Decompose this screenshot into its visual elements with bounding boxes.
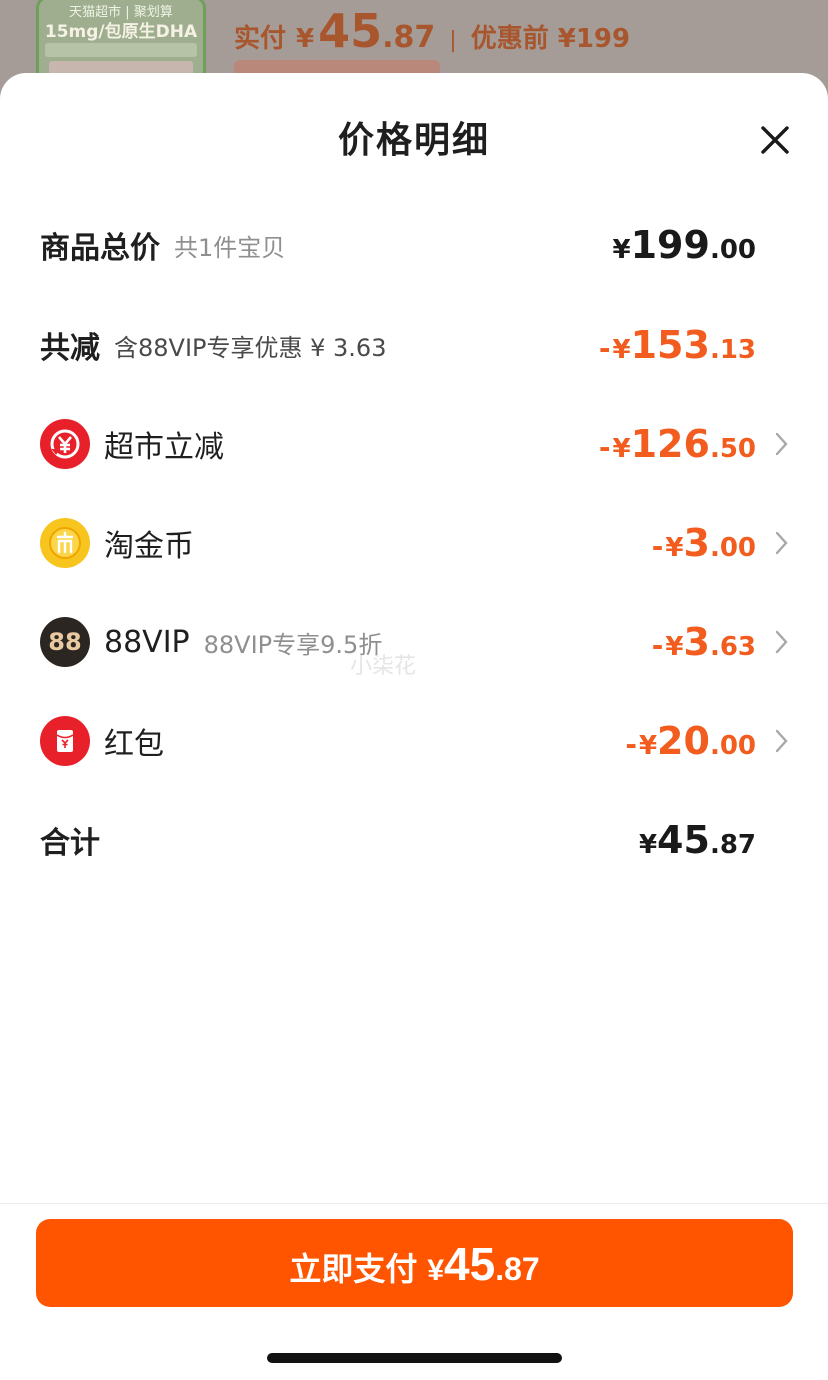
amount-dec: .00 bbox=[709, 533, 756, 563]
row-label: 商品总价 bbox=[40, 231, 160, 266]
amount-int: 199 bbox=[630, 223, 710, 267]
row-label: 超市立减 bbox=[104, 430, 224, 465]
vip88-icon-text: 88 bbox=[48, 628, 82, 656]
home-indicator[interactable] bbox=[267, 1353, 562, 1363]
row-label: 淘金币 bbox=[104, 529, 194, 564]
divider bbox=[0, 1203, 828, 1204]
amount-int: 3 bbox=[683, 521, 710, 565]
currency: ¥ bbox=[427, 1254, 445, 1287]
currency: ¥ bbox=[612, 235, 631, 265]
row-amount: - ¥ 20 .00 bbox=[625, 719, 756, 763]
row-amount: ¥ 199 .00 bbox=[613, 223, 756, 267]
currency: ¥ bbox=[296, 24, 315, 54]
amount-dec: .63 bbox=[709, 632, 756, 662]
close-icon bbox=[761, 126, 789, 154]
currency: ¥ bbox=[665, 632, 684, 662]
row-amount: - ¥ 126 .50 bbox=[599, 422, 756, 466]
before-discount: 优惠前 ¥199 bbox=[470, 24, 631, 54]
row-total-discount: 共减 含88VIP专享优惠 ¥ 3.63 - ¥ 153 .13 bbox=[40, 315, 828, 375]
currency: ¥ bbox=[665, 533, 684, 563]
minus-sign: - bbox=[651, 530, 664, 563]
currency: ¥ bbox=[612, 335, 631, 365]
minus-sign: - bbox=[625, 728, 637, 761]
row-label: 合计 bbox=[40, 826, 100, 861]
row-88vip[interactable]: 88 88VIP 88VIP专享9.5折 - ¥ 3 .63 bbox=[40, 612, 828, 672]
amount-dec: .00 bbox=[709, 235, 756, 265]
row-amount: ¥ 45 .87 bbox=[639, 818, 756, 862]
row-label: 红包 bbox=[104, 727, 164, 762]
price-detail-sheet: 价格明细 商品总价 共1件宝贝 ¥ 199 .00 共减 含88VIP专享优惠 … bbox=[0, 73, 828, 1380]
amount-int: 45 bbox=[657, 818, 710, 862]
chevron-right-icon bbox=[775, 432, 788, 456]
watermark: 小柒花 bbox=[350, 654, 417, 679]
amount-dec: .87 bbox=[709, 830, 756, 860]
thumb-text-2: 15mg/包原生DHA bbox=[44, 22, 198, 42]
separator: | bbox=[449, 28, 457, 53]
price-int: 45 bbox=[318, 4, 383, 58]
chevron-right-icon bbox=[775, 630, 788, 654]
row-label: 共减 bbox=[40, 331, 100, 366]
currency: ¥ bbox=[638, 731, 658, 761]
amount-dec: .87 bbox=[495, 1251, 540, 1287]
amount-int: 126 bbox=[630, 422, 710, 466]
row-red-envelope[interactable]: 红包 - ¥ 20 .00 bbox=[40, 711, 828, 771]
amount-int: 3 bbox=[683, 620, 710, 664]
thumb-graphic bbox=[45, 43, 197, 57]
row-label: 88VIP bbox=[104, 624, 190, 660]
row-sub: 共1件宝贝 bbox=[174, 233, 286, 262]
row-amount: - ¥ 3 .00 bbox=[652, 521, 756, 565]
taojinbi-coin-icon bbox=[40, 518, 90, 568]
close-button[interactable] bbox=[748, 113, 802, 167]
row-taojinbi[interactable]: 淘金币 - ¥ 3 .00 bbox=[40, 513, 828, 573]
row-supermarket-discount[interactable]: 超市立减 - ¥ 126 .50 bbox=[40, 414, 828, 474]
amount-dec: .13 bbox=[709, 335, 756, 365]
minus-sign: - bbox=[651, 629, 664, 662]
minus-sign: - bbox=[598, 431, 611, 464]
minus-sign: - bbox=[598, 332, 611, 365]
currency: ¥ bbox=[638, 830, 658, 860]
supermarket-discount-icon bbox=[40, 419, 90, 469]
currency: ¥ bbox=[612, 434, 631, 464]
chevron-right-icon bbox=[775, 531, 788, 555]
amount-int: 20 bbox=[657, 719, 710, 763]
product-thumbnail: 天猫超市 | 聚划算 15mg/包原生DHA bbox=[36, 0, 206, 84]
amount-dec: .00 bbox=[709, 731, 756, 761]
row-amount: - ¥ 3 .63 bbox=[652, 620, 756, 664]
actual-pay-label: 实付 bbox=[234, 24, 287, 54]
row-sub: 含88VIP专享优惠 ¥ 3.63 bbox=[114, 333, 387, 362]
vip88-icon: 88 bbox=[40, 617, 90, 667]
row-total: 合计 ¥ 45 .87 bbox=[40, 810, 828, 870]
amount-int: 153 bbox=[630, 323, 710, 367]
pay-now-button[interactable]: 立即支付 ¥ 45 .87 bbox=[36, 1219, 793, 1307]
red-envelope-icon bbox=[40, 716, 90, 766]
amount-int: 45 bbox=[444, 1238, 496, 1290]
sheet-title: 价格明细 bbox=[337, 120, 490, 161]
pay-label: 立即支付 bbox=[289, 1251, 418, 1287]
amount-dec: .50 bbox=[709, 434, 756, 464]
background-price: 实付 ¥ 45 .87 | 优惠前 ¥199 bbox=[234, 4, 631, 58]
row-subtotal: 商品总价 共1件宝贝 ¥ 199 .00 bbox=[40, 215, 828, 275]
row-amount: - ¥ 153 .13 bbox=[599, 323, 756, 367]
price-dec: .87 bbox=[382, 20, 436, 55]
chevron-right-icon bbox=[775, 729, 788, 753]
